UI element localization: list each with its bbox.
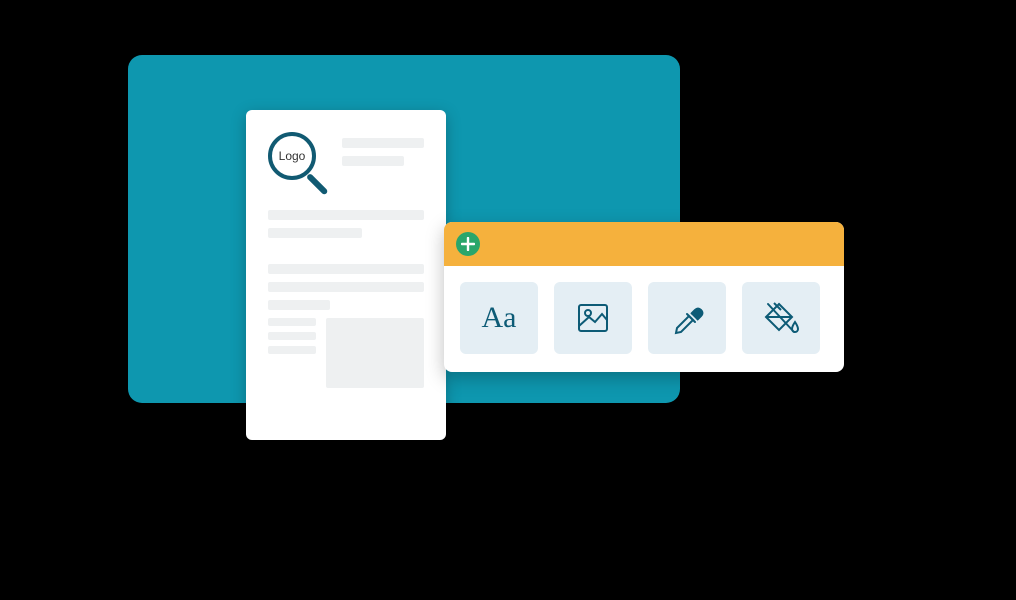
doc-small-lines [268,318,316,388]
doc-line [268,228,362,238]
text-tool[interactable]: Aa [460,282,538,354]
logo-label: Logo [279,149,306,163]
paint-bucket-icon [762,300,800,336]
logo-magnifier: Logo [268,132,328,192]
toolbar-header [444,222,844,266]
doc-line [268,264,424,274]
editor-toolbar: Aa [444,222,844,372]
picker-tool[interactable] [648,282,726,354]
doc-thumbnail-block [326,318,424,388]
plus-icon [461,237,475,251]
text-icon: Aa [482,303,517,333]
add-button[interactable] [456,232,480,256]
image-tool[interactable] [554,282,632,354]
eyedropper-icon [669,300,705,336]
doc-line [268,210,424,220]
doc-heading-lines [342,132,424,192]
image-icon [575,300,611,336]
doc-line [268,300,330,310]
document-preview: Logo [246,110,446,440]
doc-line [268,282,424,292]
fill-tool[interactable] [742,282,820,354]
